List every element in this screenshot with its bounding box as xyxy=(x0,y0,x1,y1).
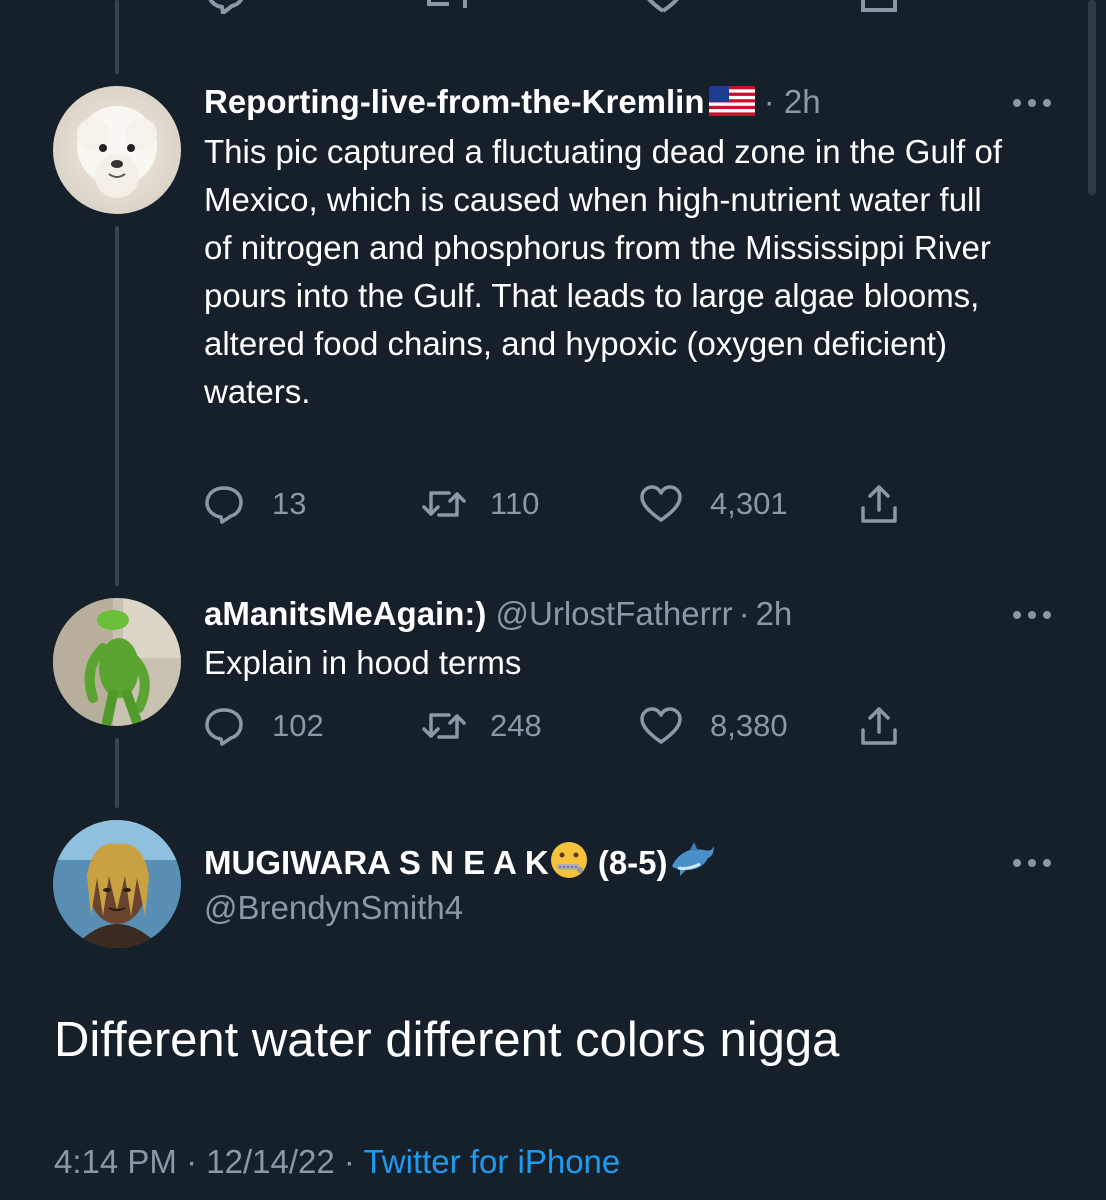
tweet-time[interactable]: 2h xyxy=(756,595,793,632)
share-button[interactable] xyxy=(860,704,898,748)
reply-icon xyxy=(205,708,243,746)
tweet-actions: 13 110 4,301 xyxy=(204,482,924,526)
tweet-header: MUGIWARA S N E A K (8-5) xyxy=(204,840,718,889)
retweet-count: 248 xyxy=(490,708,542,743)
retweet-button[interactable]: 248 xyxy=(422,704,542,748)
person-avatar-icon xyxy=(53,820,181,948)
scrollbar[interactable] xyxy=(1088,0,1096,195)
share-icon xyxy=(861,707,897,745)
display-name-suffix: (8-5) xyxy=(597,844,668,881)
tweet-header: aManitsMeAgain:) @UrlostFatherrr · 2h xyxy=(204,594,792,634)
more-options-icon[interactable] xyxy=(1012,98,1052,108)
retweet-count: 110 xyxy=(490,486,540,521)
main-tweet-text: Different water different colors nigga xyxy=(54,1013,840,1067)
footer-separator: · xyxy=(186,1143,198,1180)
display-name[interactable]: MUGIWARA S N E A K xyxy=(204,844,549,881)
like-button[interactable]: 8,380 xyxy=(640,704,788,748)
reply-count: 13 xyxy=(272,486,307,521)
avatar[interactable] xyxy=(53,86,181,214)
more-options-icon[interactable] xyxy=(1012,610,1052,620)
retweet-icon xyxy=(422,491,466,517)
avatar[interactable] xyxy=(53,598,181,726)
thread-connector xyxy=(115,738,119,808)
like-count: 8,380 xyxy=(710,708,788,743)
retweet-icon[interactable] xyxy=(425,0,469,14)
tweet-separator: · xyxy=(738,595,750,632)
tweet-date[interactable]: 12/14/22 xyxy=(206,1143,334,1180)
kermit-avatar-icon xyxy=(53,598,181,726)
heart-icon xyxy=(640,707,682,744)
zipper-mouth-face-emoji-icon xyxy=(549,840,589,889)
heart-icon xyxy=(640,485,682,522)
tweet-thread-page: Reporting-live-from-the-Kremlin · 2h Thi… xyxy=(0,0,1106,1200)
more-options-icon[interactable] xyxy=(1012,858,1052,868)
tweet-separator: · xyxy=(763,83,775,120)
retweet-button[interactable]: 110 xyxy=(422,482,539,526)
reply-count: 102 xyxy=(272,708,324,743)
user-handle[interactable]: @BrendynSmith4 xyxy=(204,888,463,928)
like-icon[interactable] xyxy=(642,0,684,14)
tweet-header: Reporting-live-from-the-Kremlin · 2h xyxy=(204,82,821,125)
tweet-text: This pic captured a fluctuating dead zon… xyxy=(204,133,1002,410)
tweet-source-link[interactable]: Twitter for iPhone xyxy=(363,1143,620,1180)
thread-connector xyxy=(115,226,119,586)
like-count: 4,301 xyxy=(710,486,788,521)
dog-avatar-icon xyxy=(53,86,181,214)
reply-button[interactable]: 13 xyxy=(204,482,306,526)
tweet-time[interactable]: 4:14 PM xyxy=(54,1143,177,1180)
us-flag-icon xyxy=(708,85,755,125)
tweet-actions: 102 248 8,380 xyxy=(204,704,924,748)
previous-tweet-actions xyxy=(0,0,1000,18)
footer-separator: · xyxy=(343,1143,355,1180)
like-button[interactable]: 4,301 xyxy=(640,482,788,526)
display-name[interactable]: Reporting-live-from-the-Kremlin xyxy=(204,83,705,120)
display-name[interactable]: aManitsMeAgain:) xyxy=(204,595,486,632)
dolphin-emoji-icon xyxy=(668,840,718,889)
reply-icon[interactable] xyxy=(206,0,246,14)
tweet-timestamp-footer: 4:14 PM · 12/14/22 · Twitter for iPhone xyxy=(54,1140,620,1184)
tweet-time[interactable]: 2h xyxy=(784,83,821,120)
share-icon[interactable] xyxy=(860,0,898,14)
reply-icon xyxy=(205,486,243,524)
reply-button[interactable]: 102 xyxy=(204,704,324,748)
share-icon xyxy=(861,485,897,523)
share-button[interactable] xyxy=(860,482,898,526)
user-handle[interactable]: @UrlostFatherrr xyxy=(496,595,733,632)
tweet-text: Explain in hood terms xyxy=(204,644,522,681)
retweet-icon xyxy=(422,713,466,739)
avatar[interactable] xyxy=(53,820,181,948)
